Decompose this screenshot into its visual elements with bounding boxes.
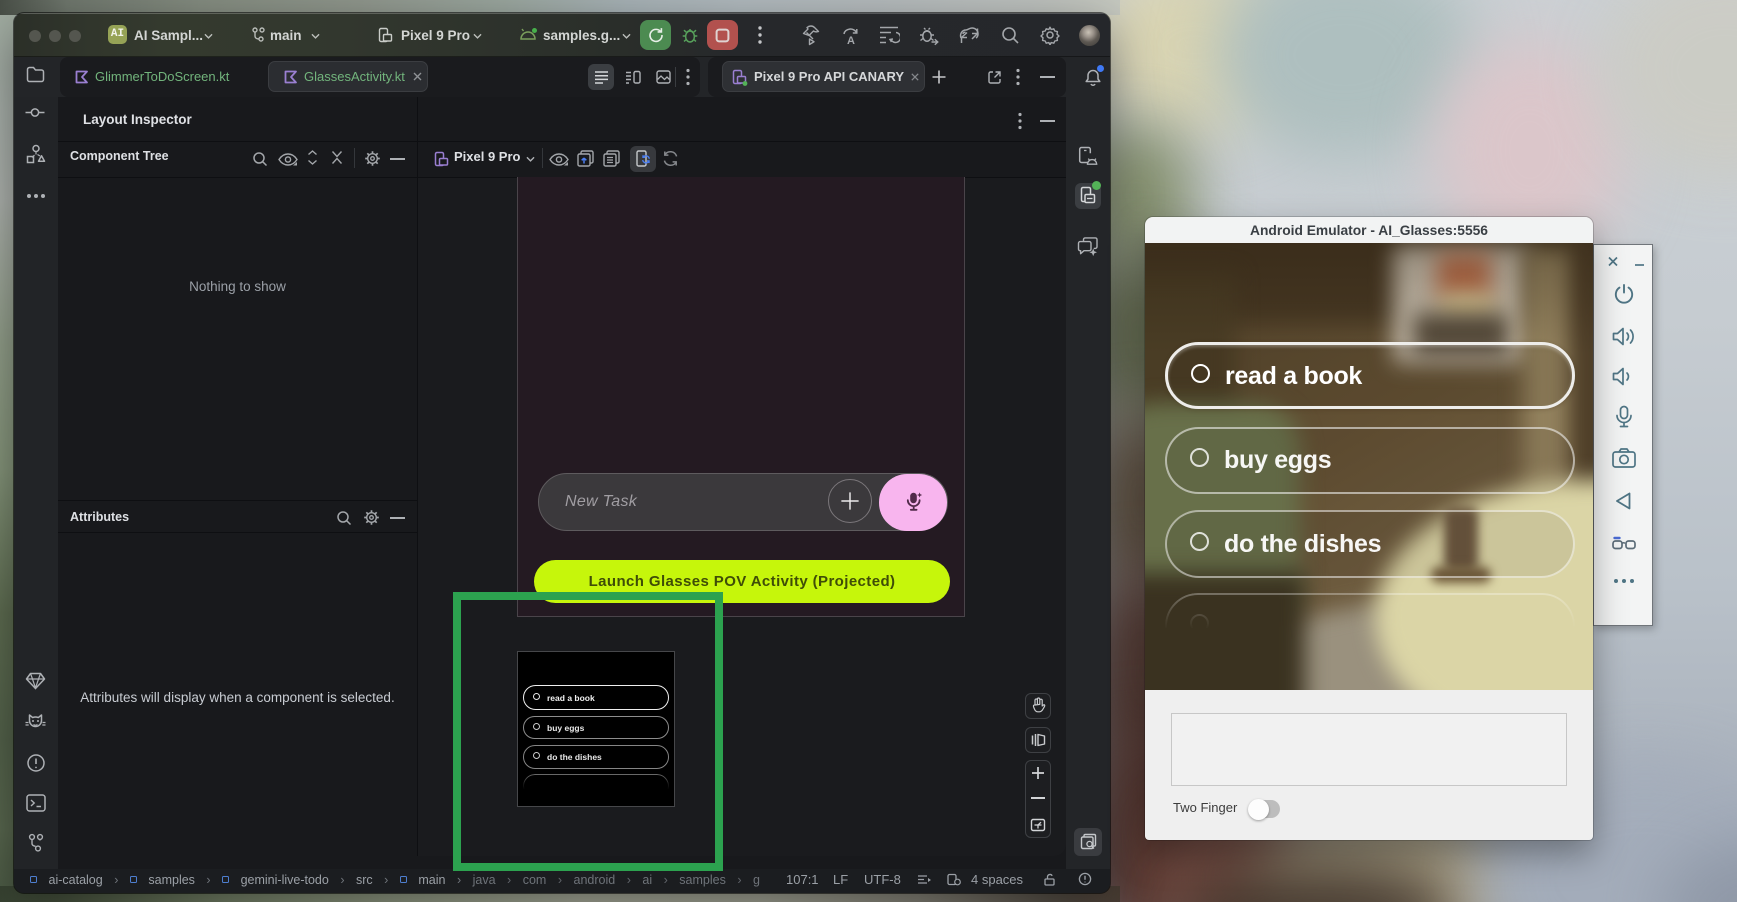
svg-text:A: A <box>847 35 855 46</box>
